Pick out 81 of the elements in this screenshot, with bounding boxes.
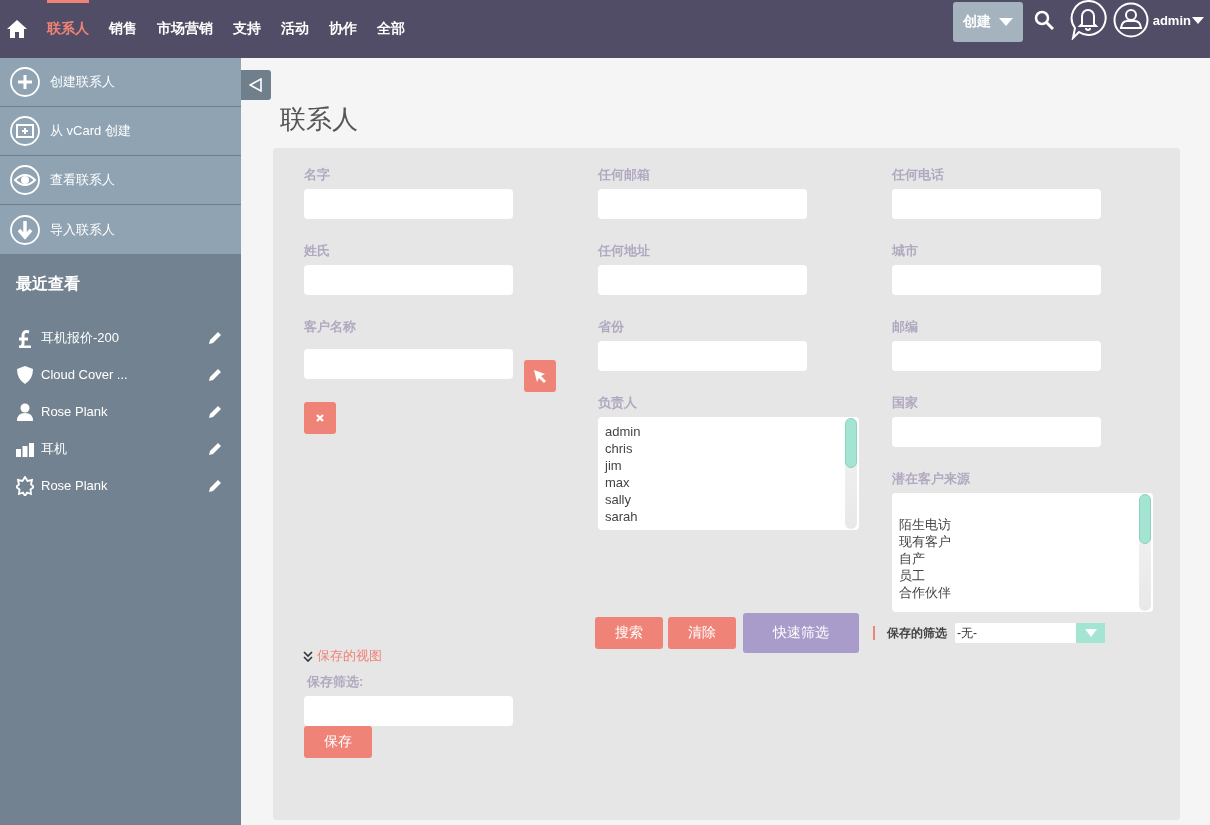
caret-icon bbox=[998, 18, 1013, 26]
list-option[interactable]: 陌生电访 bbox=[899, 516, 1137, 533]
field-label: 保存筛选: bbox=[307, 674, 365, 689]
input-field[interactable] bbox=[892, 417, 1101, 447]
eye-icon bbox=[10, 165, 40, 195]
field-label: 省份 bbox=[598, 319, 625, 334]
input-field[interactable] bbox=[304, 189, 513, 219]
caret-icon bbox=[1192, 16, 1204, 24]
list-option[interactable]: 员工 bbox=[899, 567, 1137, 584]
page-title: 联系人 bbox=[280, 103, 359, 136]
recent-item-link[interactable]: 耳机报价-200 bbox=[41, 328, 207, 347]
person-icon bbox=[16, 401, 34, 422]
input-field[interactable] bbox=[598, 265, 807, 295]
shield-icon bbox=[16, 364, 34, 385]
nav-tab[interactable]: 支持 bbox=[233, 0, 261, 58]
cursor-arrow-icon bbox=[532, 368, 548, 384]
scrollbar[interactable] bbox=[1139, 494, 1151, 611]
select-button[interactable] bbox=[524, 360, 556, 392]
nav-tab[interactable]: 协作 bbox=[329, 0, 357, 58]
sidebar-heading: 最近查看 bbox=[16, 274, 81, 294]
field-label: 客户名称 bbox=[304, 319, 357, 334]
scrollbar[interactable] bbox=[845, 418, 857, 529]
list-option[interactable]: sally bbox=[605, 491, 843, 508]
plus-icon bbox=[10, 67, 40, 97]
recent-item-link[interactable]: Rose Plank bbox=[41, 478, 207, 493]
pencil-icon[interactable] bbox=[207, 366, 223, 383]
pencil-icon[interactable] bbox=[207, 477, 223, 494]
pound-icon bbox=[16, 327, 34, 348]
nav-tab[interactable]: 全部 bbox=[377, 0, 405, 58]
nav-tab[interactable]: 市场营销 bbox=[157, 0, 213, 58]
field-label: 任何邮箱 bbox=[598, 167, 651, 182]
input-field[interactable] bbox=[892, 265, 1101, 295]
clear-button[interactable] bbox=[304, 402, 336, 434]
input-field[interactable] bbox=[304, 349, 513, 379]
user-menu[interactable]: admin bbox=[1112, 2, 1204, 38]
nav-tab[interactable]: 销售 bbox=[109, 0, 137, 58]
double-chevron-icon[interactable] bbox=[303, 650, 313, 662]
input-field[interactable] bbox=[304, 696, 513, 726]
notification-bell-icon[interactable] bbox=[1069, 0, 1107, 40]
avatar-icon bbox=[1112, 2, 1149, 38]
caret-icon bbox=[1084, 629, 1097, 637]
left-triangle-icon bbox=[249, 78, 263, 92]
field-label: 名字 bbox=[304, 167, 331, 182]
list-option[interactable]: chris bbox=[605, 440, 843, 457]
home-icon[interactable] bbox=[7, 19, 27, 39]
multi-select-list[interactable]: 陌生电访 现有客户 自产 员工 合作伙伴 bbox=[892, 493, 1153, 612]
list-option[interactable]: 自产 bbox=[899, 550, 1137, 567]
field-label: 邮编 bbox=[892, 319, 919, 334]
saved-filter-dropdown[interactable]: -无- bbox=[955, 623, 1105, 643]
card-plus-icon bbox=[10, 116, 40, 146]
input-field[interactable] bbox=[892, 189, 1101, 219]
collapse-sidebar-button[interactable] bbox=[241, 70, 271, 100]
list-option[interactable]: admin bbox=[605, 423, 843, 440]
list-option[interactable]: sarah bbox=[605, 508, 843, 525]
recent-item-link[interactable]: 耳机 bbox=[41, 439, 207, 458]
field-label: 任何地址 bbox=[598, 243, 651, 258]
recent-item-link[interactable]: Cloud Cover ... bbox=[41, 367, 207, 382]
input-field[interactable] bbox=[892, 341, 1101, 371]
search-icon[interactable] bbox=[1033, 10, 1054, 30]
field-label: 城市 bbox=[892, 243, 919, 258]
input-field[interactable] bbox=[304, 265, 513, 295]
pencil-icon[interactable] bbox=[207, 403, 223, 420]
input-field[interactable] bbox=[598, 189, 807, 219]
recent-item-link[interactable]: Rose Plank bbox=[41, 404, 207, 419]
field-label: 保存的筛选 bbox=[887, 624, 947, 642]
star-badge-icon bbox=[16, 475, 34, 496]
nav-tab[interactable]: 活动 bbox=[281, 0, 309, 58]
field-label: 负责人 bbox=[598, 395, 638, 410]
field-label: 任何电话 bbox=[892, 167, 945, 182]
list-option[interactable]: jim bbox=[605, 457, 843, 474]
multi-select-list[interactable]: admin chris jim max sally sarah bbox=[598, 417, 859, 530]
pencil-icon[interactable] bbox=[207, 440, 223, 457]
field-label: 潜在客户来源 bbox=[892, 471, 971, 486]
field-label: 国家 bbox=[892, 395, 919, 410]
pencil-icon[interactable] bbox=[207, 329, 223, 346]
field-label: 姓氏 bbox=[304, 243, 331, 258]
list-option[interactable]: max bbox=[605, 474, 843, 491]
input-field[interactable] bbox=[598, 341, 807, 371]
list-option[interactable]: 合作伙伴 bbox=[899, 584, 1137, 601]
close-icon bbox=[315, 413, 325, 423]
list-option[interactable]: 现有客户 bbox=[899, 533, 1137, 550]
